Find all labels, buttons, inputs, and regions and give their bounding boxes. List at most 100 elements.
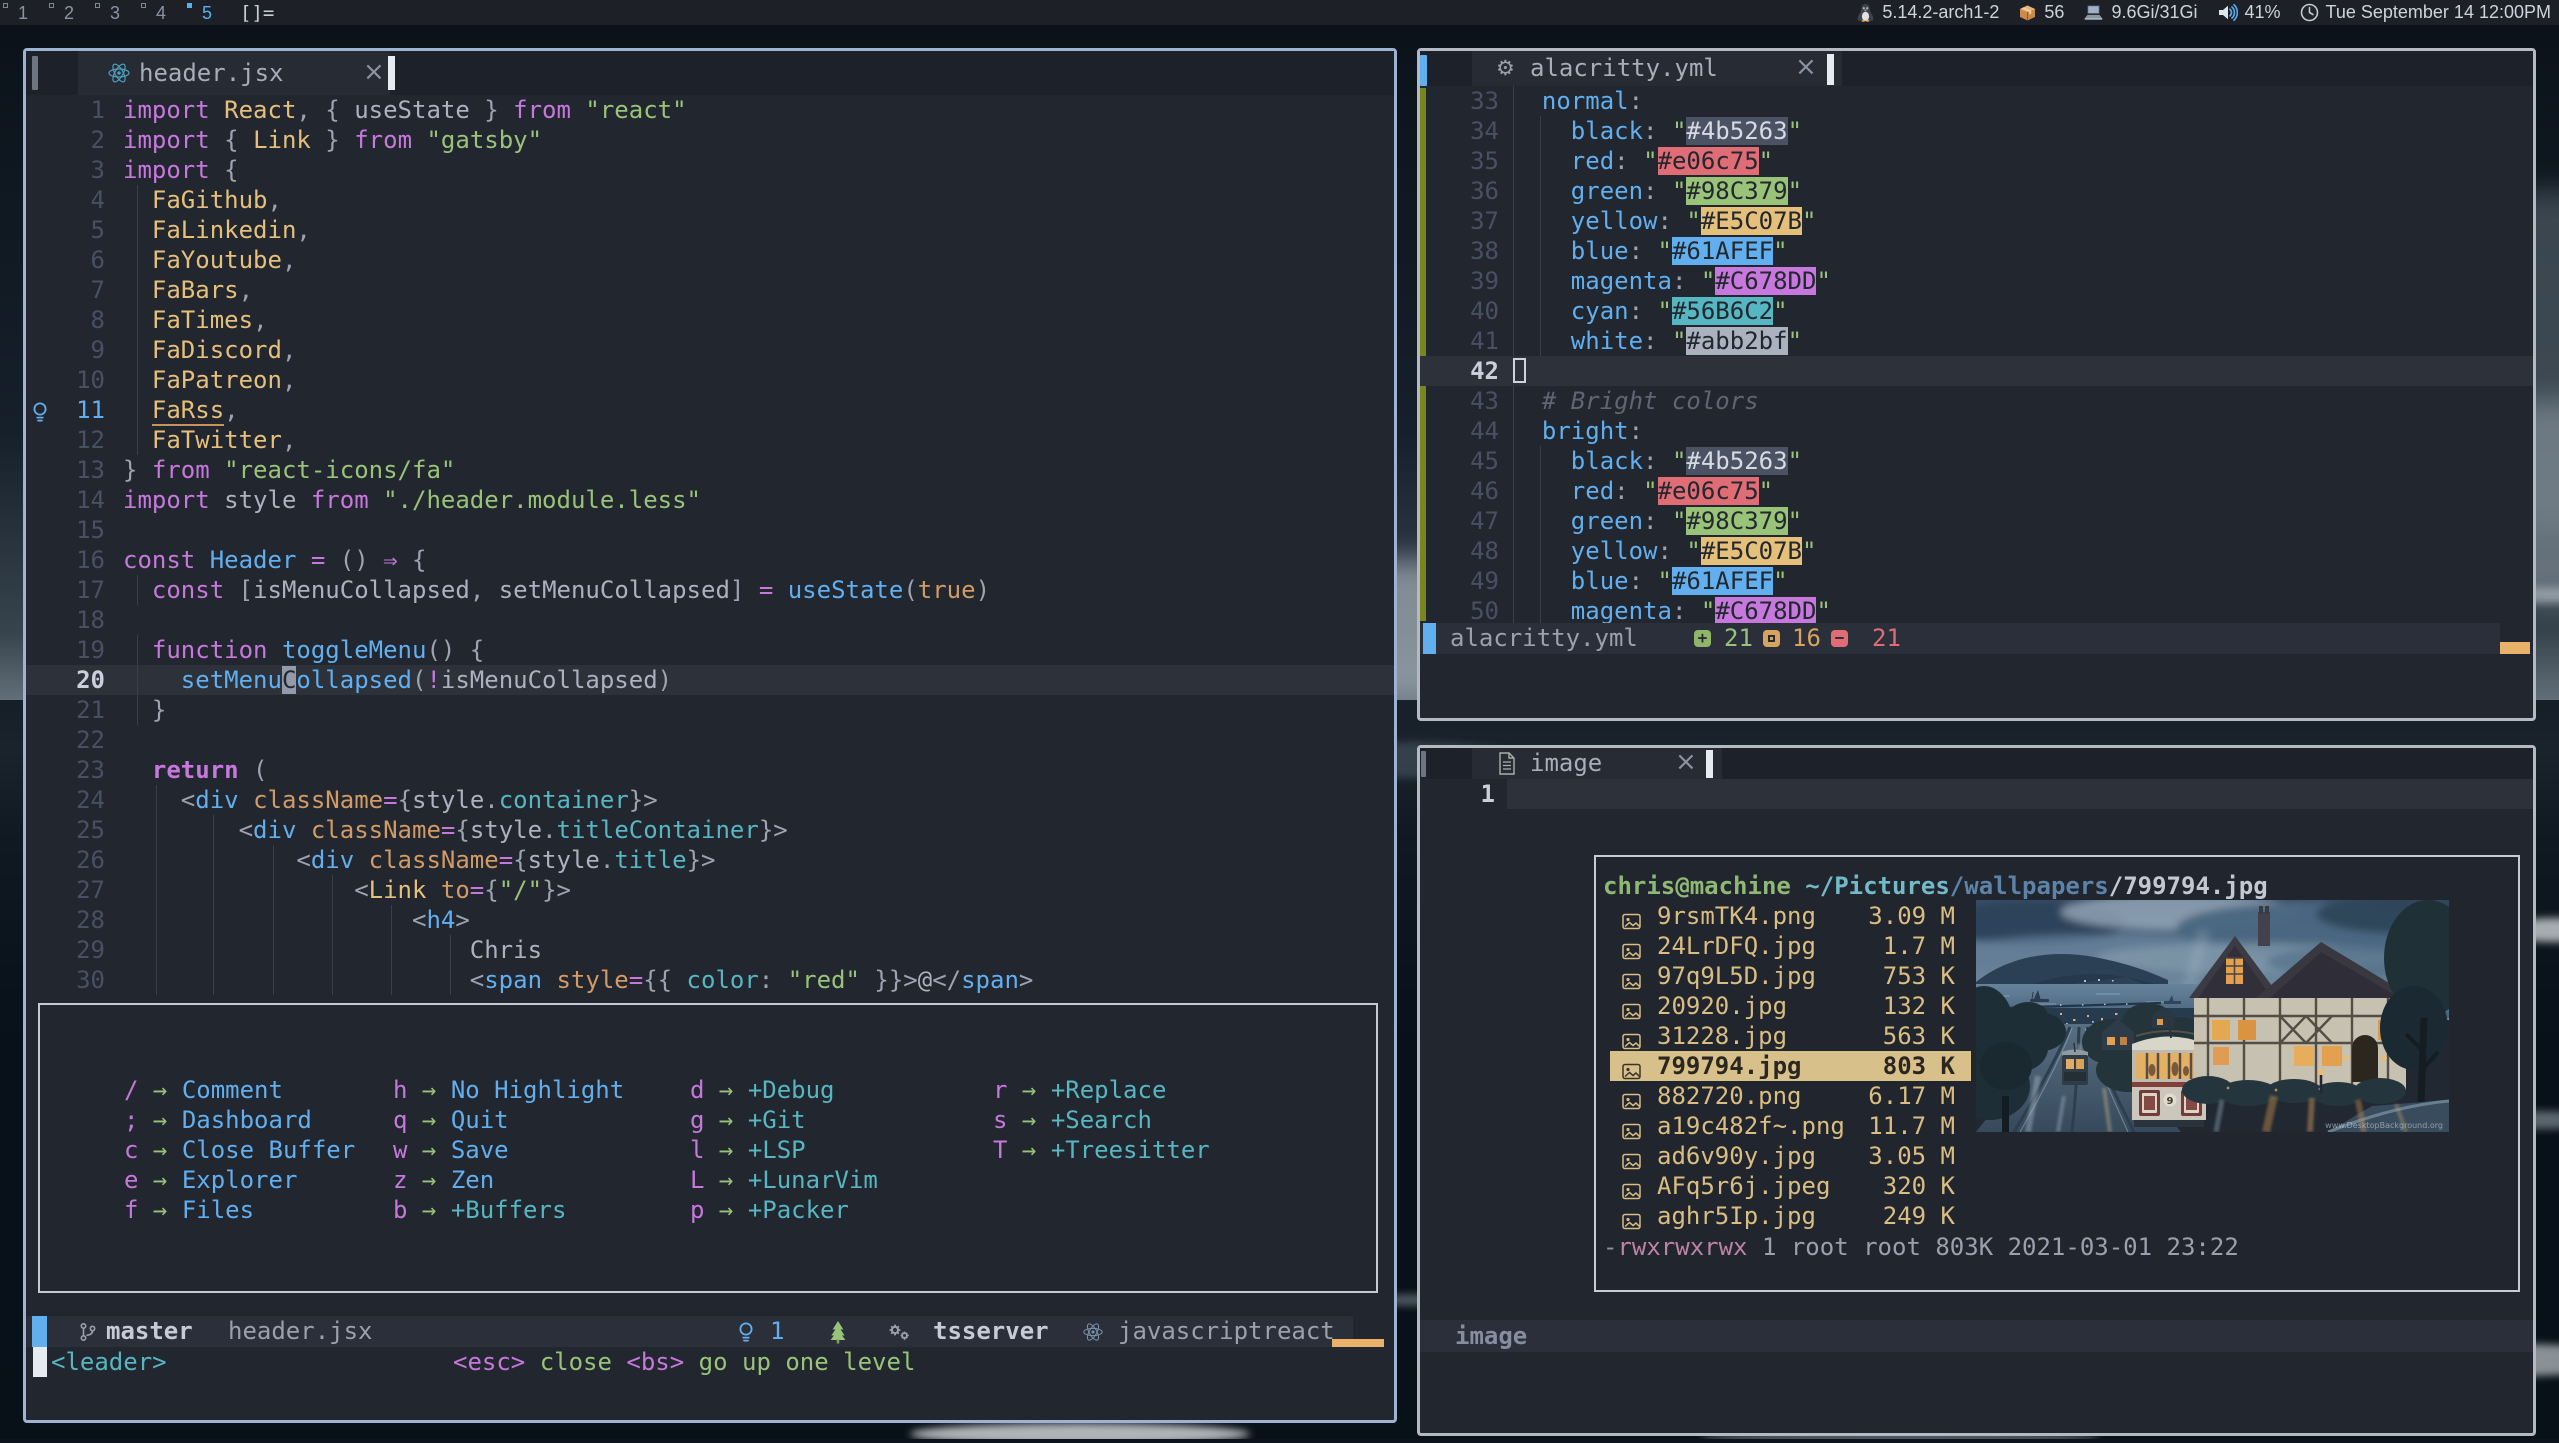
- code-text: FaRss,: [123, 395, 1394, 425]
- dwm-status-bar: 1 2 3 4 5 []= 5.14.2-arch1-2 56 9.6Gi/31…: [0, 0, 2559, 25]
- line-number: 42: [1420, 356, 1513, 386]
- arrow-icon: →: [704, 1196, 747, 1224]
- indent-guide: [1540, 446, 1541, 476]
- whichkey-binding[interactable]: l → +LSP: [690, 1135, 878, 1165]
- indent-guide: [1513, 446, 1514, 476]
- bufferline: image ×: [1420, 748, 2533, 779]
- whichkey-label: +Treesitter: [1051, 1136, 1210, 1164]
- arrow-icon: →: [138, 1196, 181, 1224]
- tab-label[interactable]: alacritty.yml: [1530, 54, 1718, 82]
- command-line[interactable]: <leader> <esc> close <bs> go up one leve…: [26, 1347, 1394, 1377]
- file-row[interactable]: AFq5r6j.jpeg320 K: [1603, 1171, 2512, 1201]
- indent-guide: [332, 875, 333, 905]
- git-branch-name[interactable]: master: [106, 1316, 193, 1347]
- layout-symbol[interactable]: []=: [240, 2, 274, 24]
- sign-column: [26, 875, 52, 905]
- whichkey-binding[interactable]: c → Close Buffer: [124, 1135, 355, 1165]
- code-text: return (: [123, 755, 1394, 785]
- whichkey-binding[interactable]: p → +Packer: [690, 1195, 878, 1225]
- line-number: 21: [52, 695, 123, 725]
- code-line: 44 bright:: [1420, 416, 2533, 446]
- sign-column: [26, 845, 52, 875]
- indent-guide: [273, 905, 274, 935]
- line-number: 46: [1420, 476, 1513, 506]
- workspace-tag-4[interactable]: 4: [138, 0, 184, 25]
- whichkey-label: Dashboard: [182, 1106, 312, 1134]
- tab-close-icon[interactable]: ×: [363, 57, 385, 87]
- code-line: 14import style from "./header.module.les…: [26, 485, 1394, 515]
- whichkey-key: c: [124, 1136, 138, 1164]
- whichkey-binding[interactable]: ; → Dashboard: [124, 1105, 355, 1135]
- workspace-tag-5-active[interactable]: 5: [184, 0, 230, 25]
- whichkey-binding[interactable]: z → Zen: [393, 1165, 624, 1195]
- sign-column: [26, 485, 52, 515]
- whichkey-binding[interactable]: h → No Highlight: [393, 1075, 624, 1105]
- whichkey-binding[interactable]: s → +Search: [993, 1105, 1210, 1135]
- whichkey-binding[interactable]: f → Files: [124, 1195, 355, 1225]
- code-text: bright:: [1513, 416, 2533, 446]
- whichkey-binding[interactable]: d → +Debug: [690, 1075, 878, 1105]
- whichkey-label: +Buffers: [451, 1196, 567, 1224]
- workspace-tag-3[interactable]: 3: [92, 0, 138, 25]
- file-row[interactable]: aghr5Ip.jpg249 K: [1603, 1201, 2512, 1231]
- workspace-tag-1[interactable]: 1: [0, 0, 46, 25]
- whichkey-binding[interactable]: L → +LunarVim: [690, 1165, 878, 1195]
- scroll-progress-bar: [1332, 1339, 1384, 1347]
- whichkey-binding[interactable]: g → +Git: [690, 1105, 878, 1135]
- indent-guide: [1513, 296, 1514, 326]
- line-number: 22: [52, 725, 123, 755]
- status-modules: 5.14.2-arch1-2 56 9.6Gi/31Gi 41% Tue Sep…: [1856, 2, 2559, 23]
- tab-close-icon[interactable]: ×: [1795, 52, 1817, 82]
- sign-column: [26, 365, 52, 395]
- whichkey-binding[interactable]: r → +Replace: [993, 1075, 1210, 1105]
- speaker-icon: [2217, 3, 2238, 22]
- whichkey-label: Close Buffer: [182, 1136, 355, 1164]
- code-line: 47 green: "#98C379": [1420, 506, 2533, 536]
- whichkey-binding[interactable]: e → Explorer: [124, 1165, 355, 1195]
- line-number: 38: [1420, 236, 1513, 266]
- sign-column: [26, 275, 52, 305]
- tab-indicator: [1421, 751, 1426, 777]
- gear-icon: ⚙: [1496, 56, 1515, 80]
- indent-guide: [137, 365, 138, 395]
- line-number: 5: [52, 215, 123, 245]
- indent-guide: [1513, 146, 1514, 176]
- indent-guide: [137, 425, 138, 455]
- editor-window-alacritty-yml: ⚙ alacritty.yml × 33 normal:34 black: "#…: [1417, 48, 2536, 721]
- whichkey-key: b: [393, 1196, 407, 1224]
- tag-label: 3: [110, 3, 120, 23]
- whichkey-binding[interactable]: w → Save: [393, 1135, 624, 1165]
- permission-details: 1 root root 803K 2021-03-01 23:22: [1748, 1233, 2239, 1261]
- whichkey-label: Comment: [182, 1076, 283, 1104]
- code-area[interactable]: 1import React, { useState } from "react"…: [26, 95, 1394, 995]
- indent-guide: [137, 185, 138, 215]
- tab-label[interactable]: header.jsx: [139, 59, 284, 87]
- tab-close-icon[interactable]: ×: [1675, 748, 1697, 777]
- code-line: 45 black: "#4b5263": [1420, 446, 2533, 476]
- indent-guide: [137, 335, 138, 365]
- whichkey-binding[interactable]: b → +Buffers: [393, 1195, 624, 1225]
- line-number: 30: [52, 965, 123, 995]
- file-row[interactable]: ad6v90y.jpg3.05 M: [1603, 1141, 2512, 1171]
- code-area[interactable]: 1: [1420, 779, 2533, 809]
- whichkey-binding[interactable]: q → Quit: [393, 1105, 624, 1135]
- code-line: 48 yellow: "#E5C07B": [1420, 536, 2533, 566]
- code-text: magenta: "#C678DD": [1513, 266, 2533, 296]
- line-number: 45: [1420, 446, 1513, 476]
- code-text: FaYoutube,: [123, 245, 1394, 275]
- code-line: 11 FaRss,: [26, 395, 1394, 425]
- code-area[interactable]: 33 normal:34 black: "#4b5263"35 red: "#e…: [1420, 86, 2533, 626]
- code-text: black: "#4b5263": [1513, 446, 2533, 476]
- file-size: 803 K: [1773, 1051, 1955, 1081]
- whichkey-label: +LunarVim: [748, 1166, 878, 1194]
- code-text: setMenuCollapsed(!isMenuCollapsed): [123, 665, 1394, 695]
- diagnostic-hint-count[interactable]: 1: [770, 1316, 784, 1347]
- tag-indicator: [3, 3, 8, 8]
- whichkey-binding[interactable]: T → +Treesitter: [993, 1135, 1210, 1165]
- file-name: 20920.jpg: [1657, 991, 1787, 1021]
- line-number: 16: [52, 545, 123, 575]
- workspace-tag-2[interactable]: 2: [46, 0, 92, 25]
- whichkey-binding[interactable]: / → Comment: [124, 1075, 355, 1105]
- whichkey-popup: / → Comment; → Dashboardc → Close Buffer…: [38, 1003, 1378, 1293]
- tab-label[interactable]: image: [1530, 749, 1602, 777]
